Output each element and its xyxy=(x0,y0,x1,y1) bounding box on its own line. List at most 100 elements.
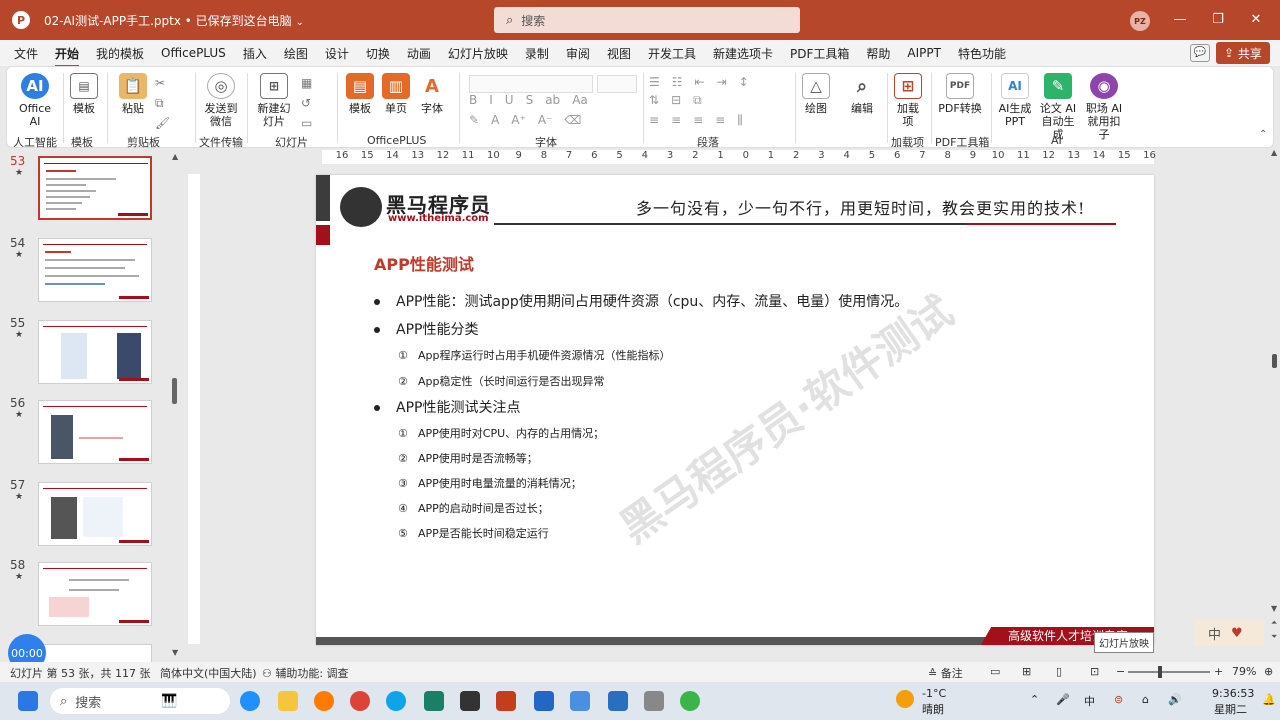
windows-start-icon[interactable] xyxy=(18,691,38,711)
tab-view[interactable]: 视图 xyxy=(607,45,631,62)
app-icon[interactable] xyxy=(680,691,700,711)
scroll-down-icon[interactable]: ▼ xyxy=(172,648,178,657)
notes-button[interactable]: ≙ 备注 xyxy=(928,665,963,681)
align-center-icon[interactable]: ≡ xyxy=(671,113,681,127)
microphone-icon[interactable]: 🎤 xyxy=(1056,693,1070,706)
ime-floating-bar[interactable]: 中 ♥ xyxy=(1194,620,1264,646)
paste-button[interactable]: 📋 粘贴 xyxy=(115,73,151,115)
restore-icon[interactable]: ❐ xyxy=(1208,10,1228,30)
reading-view-icon[interactable]: ▯ xyxy=(1056,665,1062,678)
clock-time[interactable]: 9:36:53 xyxy=(1212,687,1254,700)
tab-aippt[interactable]: AIPPT xyxy=(907,46,941,60)
accessibility-status[interactable]: ⚇ 辅助功能: 调查 xyxy=(262,665,349,681)
thumbnail-scrollbar[interactable] xyxy=(172,378,177,404)
scrollbar-thumb[interactable] xyxy=(1272,354,1277,368)
tab-home[interactable]: 开始 xyxy=(55,45,80,67)
firefox-icon[interactable] xyxy=(314,691,334,711)
tab-officeplus[interactable]: OfficePLUS xyxy=(161,46,226,60)
taskbar-search[interactable]: ⌕ 搜索 🎹 xyxy=(50,688,230,714)
align-left-icon[interactable]: ≡ xyxy=(649,113,659,127)
single-page-button[interactable]: ▥ 单页 xyxy=(381,73,411,115)
search-box[interactable]: ⌕ 搜索 xyxy=(494,7,800,33)
paper-ai-button[interactable]: ✎ 论文 AI 自动生成 xyxy=(1037,73,1079,141)
language-indicator[interactable]: 简体中文(中国大陆) xyxy=(160,665,257,681)
typora-icon[interactable] xyxy=(460,691,480,711)
layout-icon[interactable]: ▦ xyxy=(301,73,312,93)
document-title[interactable]: 02-AI测试-APP手工.pptx • 已保存到这台电脑 ⌄ xyxy=(44,12,304,29)
minimize-icon[interactable]: — xyxy=(1170,10,1190,30)
align-right-icon[interactable]: ≡ xyxy=(693,113,703,127)
new-slide-button[interactable]: ⊞ 新建幻灯片 xyxy=(253,73,295,128)
powerpoint-logo-icon[interactable]: P xyxy=(12,11,30,29)
slide-thumbnail[interactable] xyxy=(38,562,152,626)
section-icon[interactable]: ▭ xyxy=(301,113,312,133)
slide-sorter-icon[interactable]: ⊞ xyxy=(1022,665,1031,678)
slide-scrollbar[interactable]: ▲ ▼ ⏶ ⏷ xyxy=(1268,148,1280,658)
powerpoint-icon[interactable] xyxy=(496,691,516,711)
tab-pdf-tools[interactable]: PDF工具箱 xyxy=(790,45,849,62)
clear-format-icon[interactable]: ⌫ xyxy=(564,113,581,127)
zoom-in-icon[interactable]: + xyxy=(1214,665,1223,678)
app-icon[interactable] xyxy=(570,691,590,711)
normal-view-icon[interactable]: ▭ xyxy=(990,665,1000,678)
scroll-up-icon[interactable]: ▲ xyxy=(1271,148,1277,157)
collapse-ribbon-icon[interactable]: ⌃ xyxy=(1259,129,1267,140)
job-ai-button[interactable]: ◉ 职场 AI 就用扣子 xyxy=(1083,73,1125,141)
tab-help[interactable]: 帮助 xyxy=(866,45,890,62)
close-icon[interactable]: ✕ xyxy=(1246,10,1266,30)
font-color-icon[interactable]: A xyxy=(491,113,499,127)
line-spacing-icon[interactable]: ↕ xyxy=(739,75,749,89)
tab-review[interactable]: 审阅 xyxy=(566,45,590,62)
app-tray-icon[interactable]: ⊜ xyxy=(1114,693,1123,706)
avatar[interactable]: PZ xyxy=(1130,11,1150,31)
columns-icon[interactable]: ⫼ xyxy=(737,113,743,127)
network-icon[interactable]: ⌂ xyxy=(1142,693,1149,706)
file-explorer-icon[interactable] xyxy=(278,691,298,711)
op-template-button[interactable]: ▤ 模板 xyxy=(345,73,375,115)
chrome-icon[interactable] xyxy=(350,691,370,711)
tab-insert[interactable]: 插入 xyxy=(243,45,267,62)
increase-indent-icon[interactable]: ⇥ xyxy=(717,75,727,89)
slide-thumbnail[interactable] xyxy=(38,320,152,384)
slide-thumbnail[interactable] xyxy=(38,644,152,662)
tab-record[interactable]: 录制 xyxy=(525,45,549,62)
numbering-icon[interactable]: ☷ xyxy=(672,75,683,89)
tab-draw[interactable]: 绘图 xyxy=(284,45,308,62)
justify-icon[interactable]: ≡ xyxy=(715,113,725,127)
bullets-icon[interactable]: ☰ xyxy=(649,75,660,89)
align-text-icon[interactable]: ⊟ xyxy=(671,93,681,107)
app-icon[interactable] xyxy=(534,691,554,711)
slide-canvas[interactable]: 黑马程序员 www.itheima.com 多一句没有，少一句不行，用更短时间，… xyxy=(316,175,1154,645)
zoom-level[interactable]: 79% xyxy=(1232,665,1256,678)
bold-icon[interactable]: B xyxy=(469,93,477,107)
edit-button[interactable]: ⌕ 编辑 xyxy=(847,73,877,115)
copy-icon[interactable]: ⧉ xyxy=(155,93,170,113)
strikethrough-icon[interactable]: S xyxy=(526,93,534,107)
share-button[interactable]: ⇪ 共享 xyxy=(1216,42,1270,64)
slideshow-view-icon[interactable]: ⊡ xyxy=(1090,665,1099,678)
slide-thumbnail[interactable] xyxy=(38,482,152,546)
notification-icon[interactable]: 🔔 xyxy=(1262,693,1276,706)
tab-developer[interactable]: 开发工具 xyxy=(648,45,696,62)
tab-design[interactable]: 设计 xyxy=(325,45,349,62)
decrease-indent-icon[interactable]: ⇤ xyxy=(695,75,705,89)
weather-sun-icon[interactable] xyxy=(896,690,914,708)
draw-button[interactable]: △ 绘图 xyxy=(801,73,831,115)
pdf-convert-button[interactable]: PDF PDF转换 xyxy=(937,73,983,115)
volume-icon[interactable]: 🔊 xyxy=(1168,693,1182,706)
previous-slide-icon[interactable]: ⏶ xyxy=(1271,618,1277,628)
ime-indicator[interactable]: 中 xyxy=(1084,693,1095,709)
tab-my-templates[interactable]: 我的模板 xyxy=(96,45,144,62)
highlight-icon[interactable]: ✎ xyxy=(469,113,479,127)
font-size-select[interactable] xyxy=(597,75,637,93)
reset-icon[interactable]: ↺ xyxy=(301,93,312,113)
tab-new-tab[interactable]: 新建选项卡 xyxy=(713,45,773,62)
app-icon[interactable] xyxy=(608,691,628,711)
edge-icon[interactable] xyxy=(240,691,260,711)
grow-font-icon[interactable]: A⁺ xyxy=(511,113,526,127)
format-painter-icon[interactable]: 🖌 xyxy=(155,113,170,133)
smartart-icon[interactable]: ⧉ xyxy=(693,93,702,107)
template-button[interactable]: ▤ 模板 xyxy=(69,73,99,115)
addin-button[interactable]: ⊞ 加载项 xyxy=(893,73,923,128)
tab-animations[interactable]: 动画 xyxy=(407,45,431,62)
